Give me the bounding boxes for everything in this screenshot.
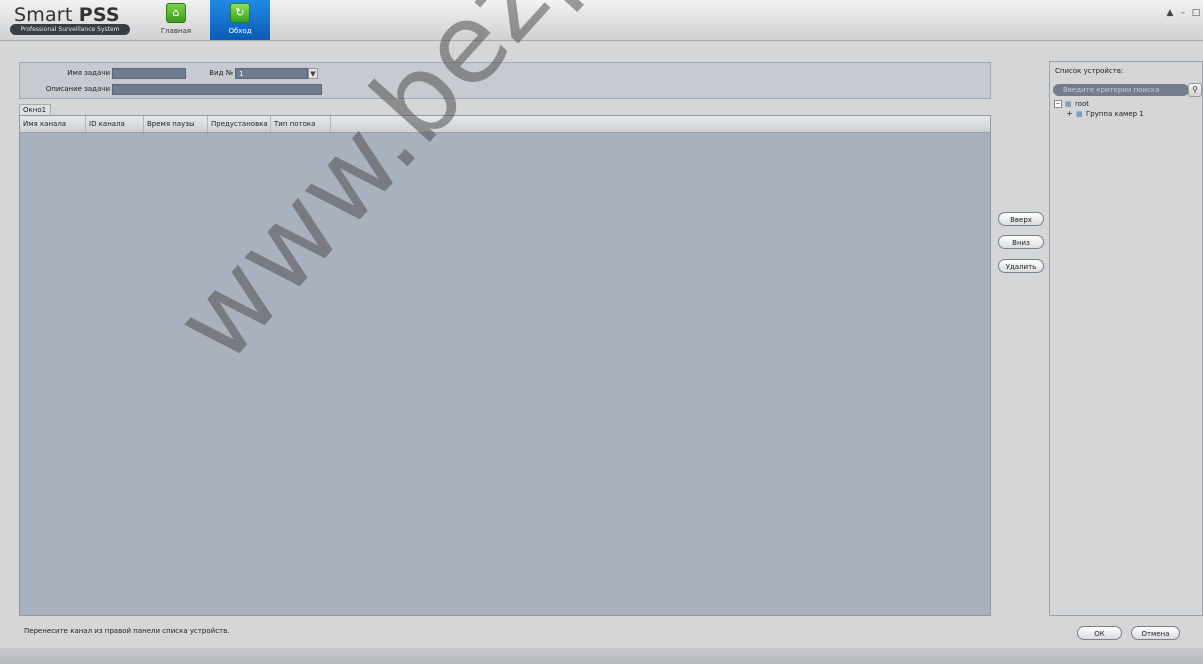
- minimize-button[interactable]: –: [1178, 8, 1188, 18]
- view-number-label: Вид №: [209, 69, 233, 77]
- move-up-button[interactable]: Вверх: [998, 212, 1044, 226]
- move-down-button[interactable]: Вниз: [998, 235, 1044, 249]
- title-bar: Smart PSS Professional Surveillance Syst…: [0, 0, 1203, 41]
- logo-subtitle: Professional Surveillance System: [10, 24, 130, 35]
- app-logo: Smart PSS Professional Surveillance Syst…: [10, 4, 135, 36]
- task-description-label: Описание задачи: [45, 85, 110, 93]
- collapse-icon[interactable]: −: [1054, 100, 1062, 108]
- column-header[interactable]: ID канала: [86, 116, 144, 132]
- tree-node-label: Группа камер 1: [1086, 110, 1144, 118]
- task-name-input[interactable]: [112, 68, 186, 79]
- chevron-down-icon[interactable]: ▼: [308, 68, 318, 79]
- house-icon: ⌂: [166, 3, 186, 23]
- tour-icon: ↻: [230, 3, 250, 23]
- group-icon: ▩: [1076, 110, 1083, 118]
- folder-icon: ▦: [1065, 100, 1072, 108]
- lock-icon[interactable]: ▲: [1165, 8, 1175, 18]
- logo-main-text: Smart: [14, 4, 79, 26]
- tab-tour[interactable]: ↻ Обход: [210, 0, 270, 40]
- column-header[interactable]: Время паузы: [144, 116, 208, 132]
- view-number-select[interactable]: 1: [235, 68, 308, 79]
- delete-button[interactable]: Удалить: [998, 259, 1044, 273]
- search-icon[interactable]: ⚲: [1188, 83, 1202, 97]
- task-name-label: Имя задачи: [67, 69, 110, 77]
- column-header[interactable]: Имя канала: [20, 116, 86, 132]
- drag-hint: Перенесите канал из правой панели списка…: [24, 627, 230, 635]
- tree-node-root[interactable]: − ▦ root: [1054, 99, 1089, 109]
- tab-home[interactable]: ⌂ Главная: [146, 0, 206, 40]
- column-header[interactable]: Предустановка: [208, 116, 271, 132]
- tree-node-label: root: [1075, 100, 1090, 108]
- device-list-title: Список устройств:: [1055, 67, 1124, 75]
- tab-tour-label: Обход: [228, 27, 252, 35]
- tab-window1[interactable]: Окно1: [19, 104, 51, 115]
- device-list-panel: Список устройств: Введите критерии поиск…: [1049, 61, 1203, 616]
- bottom-bar: [0, 648, 1203, 664]
- channel-table: Имя канала ID канала Время паузы Предуст…: [19, 115, 991, 616]
- expand-icon[interactable]: +: [1066, 109, 1073, 119]
- maximize-button[interactable]: □: [1191, 8, 1201, 18]
- task-description-input[interactable]: [112, 84, 322, 95]
- tree-node-group[interactable]: + ▩ Группа камер 1: [1066, 109, 1144, 119]
- device-search-input[interactable]: Введите критерии поиска: [1053, 84, 1189, 96]
- table-header: Имя канала ID канала Время паузы Предуст…: [20, 116, 990, 133]
- cancel-button[interactable]: Отмена: [1131, 626, 1180, 640]
- tab-home-label: Главная: [160, 27, 192, 35]
- logo-bold-text: PSS: [78, 4, 120, 26]
- ok-button[interactable]: ОК: [1077, 626, 1122, 640]
